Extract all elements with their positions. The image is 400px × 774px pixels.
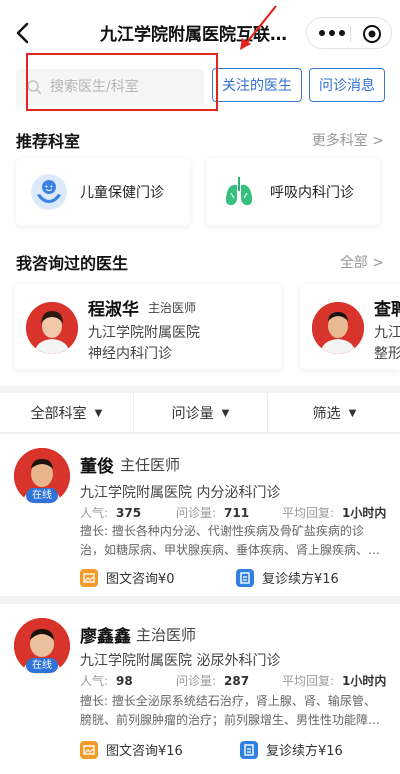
service-prescription-renewal[interactable]: 复诊续方¥16 xyxy=(236,568,339,587)
doctor-title: 主治医师 xyxy=(136,626,197,644)
recommended-section: 推荐科室 更多科室 > 儿童保健门诊 呼吸内科门诊 xyxy=(0,112,400,238)
service-text-consult[interactable]: 图文咨询¥0 xyxy=(80,568,175,587)
doctor-hospital: 九江学院附属医院 泌尿外科门诊 xyxy=(80,653,281,669)
doctor-name: 廖鑫鑫 xyxy=(80,627,131,647)
doctor-name: 程淑华 xyxy=(88,300,139,320)
stat-volume: 问诊量: 711 xyxy=(176,506,250,520)
image-text-icon xyxy=(80,740,98,759)
stat-popularity: 人气: 98 xyxy=(80,674,133,688)
mini-program-capsule xyxy=(306,17,392,49)
followed-doctors-button[interactable]: 关注的医生 xyxy=(212,68,302,102)
doctor-title: 主任医师 xyxy=(120,456,181,474)
recommended-title: 推荐科室 xyxy=(16,132,81,151)
document-icon xyxy=(240,740,258,759)
document-icon xyxy=(236,568,254,587)
stat-volume: 问诊量: 287 xyxy=(176,674,250,688)
doctor-name: 董俊 xyxy=(80,457,114,477)
doctor-hospital: 九江 xyxy=(374,325,400,341)
online-badge: 在线 xyxy=(26,488,58,503)
consulted-title: 我咨询过的医生 xyxy=(16,254,129,273)
filter-label: 全部科室 xyxy=(30,406,87,422)
avatar xyxy=(312,302,364,354)
image-text-icon xyxy=(80,568,98,587)
annotation-highlight-box xyxy=(26,53,218,111)
doctor-expertise: 擅长: 擅长各种内分泌、代谢性疾病及骨矿盐疾病的诊 治，如糖尿病、甲状腺疾病、垂… xyxy=(80,524,381,557)
all-consulted-link[interactable]: 全部 > xyxy=(340,252,384,272)
caret-down-icon: ▼ xyxy=(221,407,230,419)
caret-down-icon: ▼ xyxy=(348,407,357,419)
annotation-arrow-icon xyxy=(240,5,277,50)
doctor-card[interactable]: 在线 董俊 主任医师 九江学院附属医院 内分泌科门诊 人气: 375 问诊量: 71… xyxy=(0,434,400,596)
stat-reply: 平均回复: 1小时内 xyxy=(282,506,387,520)
consulted-doctor-card[interactable]: 查聘 九江 整形 xyxy=(300,284,400,370)
filter-all-departments[interactable]: 全部科室 ▼ xyxy=(0,393,133,433)
dept-name: 儿童保健门诊 xyxy=(80,185,164,201)
filter-label: 筛选 xyxy=(312,406,341,422)
filter-volume[interactable]: 问诊量 ▼ xyxy=(134,393,267,433)
dept-name: 呼吸内科门诊 xyxy=(270,185,354,201)
stat-popularity: 人气: 375 xyxy=(80,506,142,520)
doctor-hospital: 九江学院附属医院 内分泌科门诊 xyxy=(80,485,281,501)
service-prescription-renewal[interactable]: 复诊续方¥16 xyxy=(240,740,343,759)
lungs-icon xyxy=(225,177,253,206)
dept-card-respiratory[interactable]: 呼吸内科门诊 xyxy=(206,158,380,226)
close-target-icon[interactable] xyxy=(362,24,382,44)
stat-reply: 平均回复: 1小时内 xyxy=(282,674,387,688)
doctor-dept: 整形 xyxy=(374,346,400,362)
more-dots-icon[interactable] xyxy=(317,24,347,42)
doctor-photo-icon xyxy=(26,302,78,354)
doctor-photo-icon xyxy=(312,302,364,354)
service-text-consult[interactable]: 图文咨询¥16 xyxy=(80,740,183,759)
filter-screen[interactable]: 筛选 ▼ xyxy=(268,393,400,433)
consulted-doctor-card[interactable]: 程淑华 主治医师 九江学院附属医院 神经内科门诊 xyxy=(14,284,282,370)
caret-down-icon: ▼ xyxy=(94,407,103,419)
doctor-expertise: 擅长: 擅长全泌尿系统结石治疗，肾上腺、肾、输尿管、 膀胱、前列腺肿瘤的治疗；前… xyxy=(80,694,381,727)
filter-bar: 全部科室 ▼ 问诊量 ▼ 筛选 ▼ xyxy=(0,393,400,433)
filter-label: 问诊量 xyxy=(171,406,214,422)
more-departments-link[interactable]: 更多科室 > xyxy=(312,130,384,150)
doctor-title: 主治医师 xyxy=(148,301,197,315)
dept-card-child-care[interactable]: 儿童保健门诊 xyxy=(16,158,190,226)
back-arrow-icon[interactable] xyxy=(8,18,38,48)
doctor-hospital: 九江学院附属医院 xyxy=(88,325,200,341)
card-gap xyxy=(0,596,400,604)
online-badge: 在线 xyxy=(26,658,58,673)
child-care-icon xyxy=(31,174,67,210)
avatar xyxy=(26,302,78,354)
consult-messages-button[interactable]: 问诊消息 xyxy=(309,68,385,102)
doctor-name: 查聘 xyxy=(374,300,400,320)
doctor-dept: 神经内科门诊 xyxy=(88,346,172,362)
capsule-divider xyxy=(350,26,351,42)
doctor-card[interactable]: 在线 廖鑫鑫 主治医师 九江学院附属医院 泌尿外科门诊 人气: 98 问诊量: 28… xyxy=(0,604,400,774)
